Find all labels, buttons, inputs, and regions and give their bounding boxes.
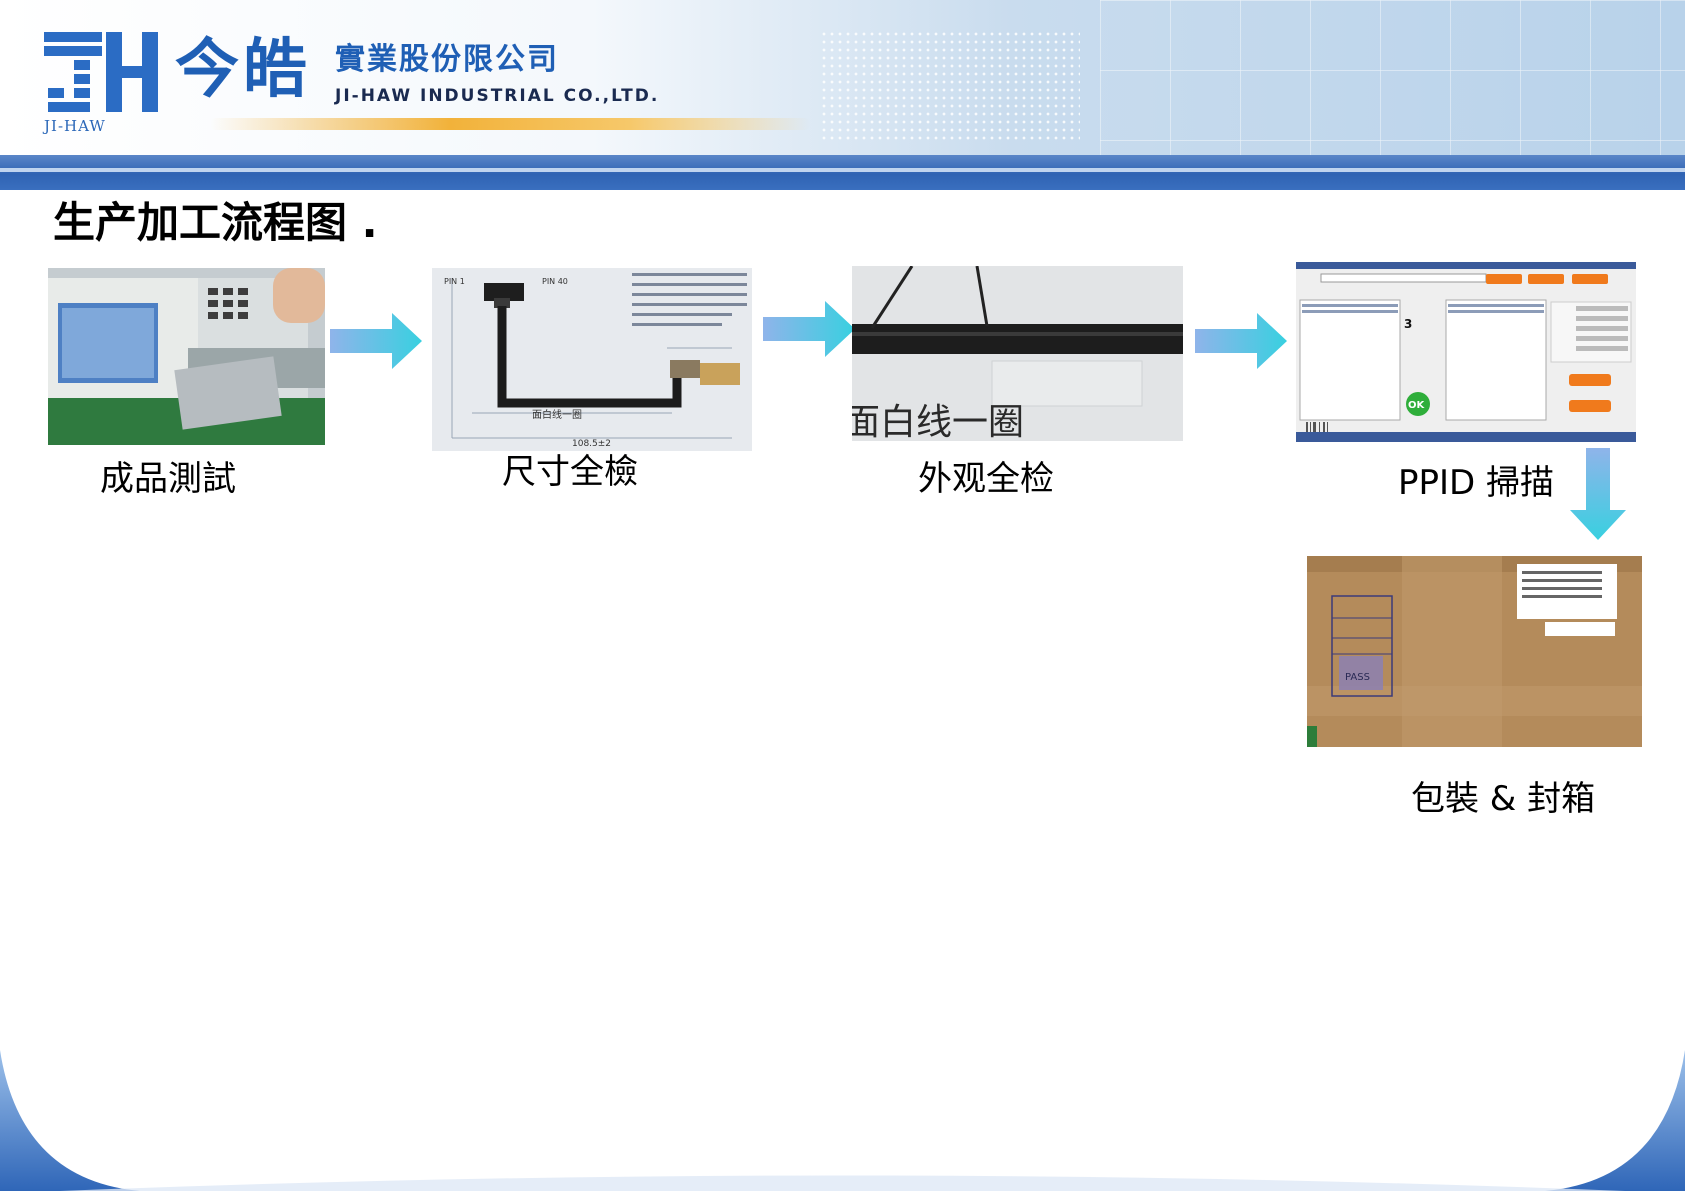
logo-subtext: JI-HAW <box>44 117 106 135</box>
header-orange-swoosh <box>210 118 810 130</box>
drawing-pin1-text: PIN 1 <box>444 277 465 286</box>
step-caption-ppid-scan: PPID 掃描 <box>1398 463 1555 503</box>
drawing-dimension-text: 108.5±2 <box>572 439 611 449</box>
drawing-pin40-text: PIN 40 <box>542 277 568 286</box>
cable-photo: 面白线一圈 <box>852 266 1183 441</box>
tester-photo <box>48 268 325 445</box>
arrow-right-icon <box>1195 313 1287 369</box>
company-name-cn: 實業股份限公司 <box>335 42 559 77</box>
header-dot-pattern <box>820 30 1080 140</box>
header-blue-band <box>0 155 1685 190</box>
header-band-line <box>0 168 1685 172</box>
step-caption-dimension-check: 尺寸全檢 <box>502 452 638 492</box>
step-caption-packing-sealing: 包裝 & 封箱 <box>1411 779 1596 819</box>
arrow-right-icon <box>763 301 855 357</box>
step-caption-appearance-check: 外观全检 <box>918 459 1054 499</box>
page-title: 生产加工流程图 . <box>53 198 378 247</box>
arrow-right-icon <box>330 313 422 369</box>
software-screen-photo: 3 OK <box>1296 262 1636 442</box>
cable-text: 面白线一圈 <box>852 402 1024 441</box>
arrow-down-icon <box>1570 448 1626 540</box>
bottom-wave-decoration <box>0 1050 1685 1191</box>
box-pass-stamp: PASS <box>1345 672 1370 683</box>
brand-name-cn: 今皓 <box>175 33 311 107</box>
drawing-photo: 面白线一圈 108.5±2 PIN 1 PIN 40 <box>432 268 752 451</box>
software-ok-text: OK <box>1408 400 1426 411</box>
drawing-note-text: 面白线一圈 <box>532 408 582 421</box>
header-grid-pattern <box>1100 0 1685 155</box>
jh-logo-icon <box>44 32 158 112</box>
software-count-text: 3 <box>1404 317 1412 331</box>
step-caption-finished-test: 成品測試 <box>100 459 236 499</box>
carton-box-photo: PASS <box>1307 556 1642 747</box>
company-name-en: JI-HAW INDUSTRIAL CO.,LTD. <box>335 86 660 106</box>
